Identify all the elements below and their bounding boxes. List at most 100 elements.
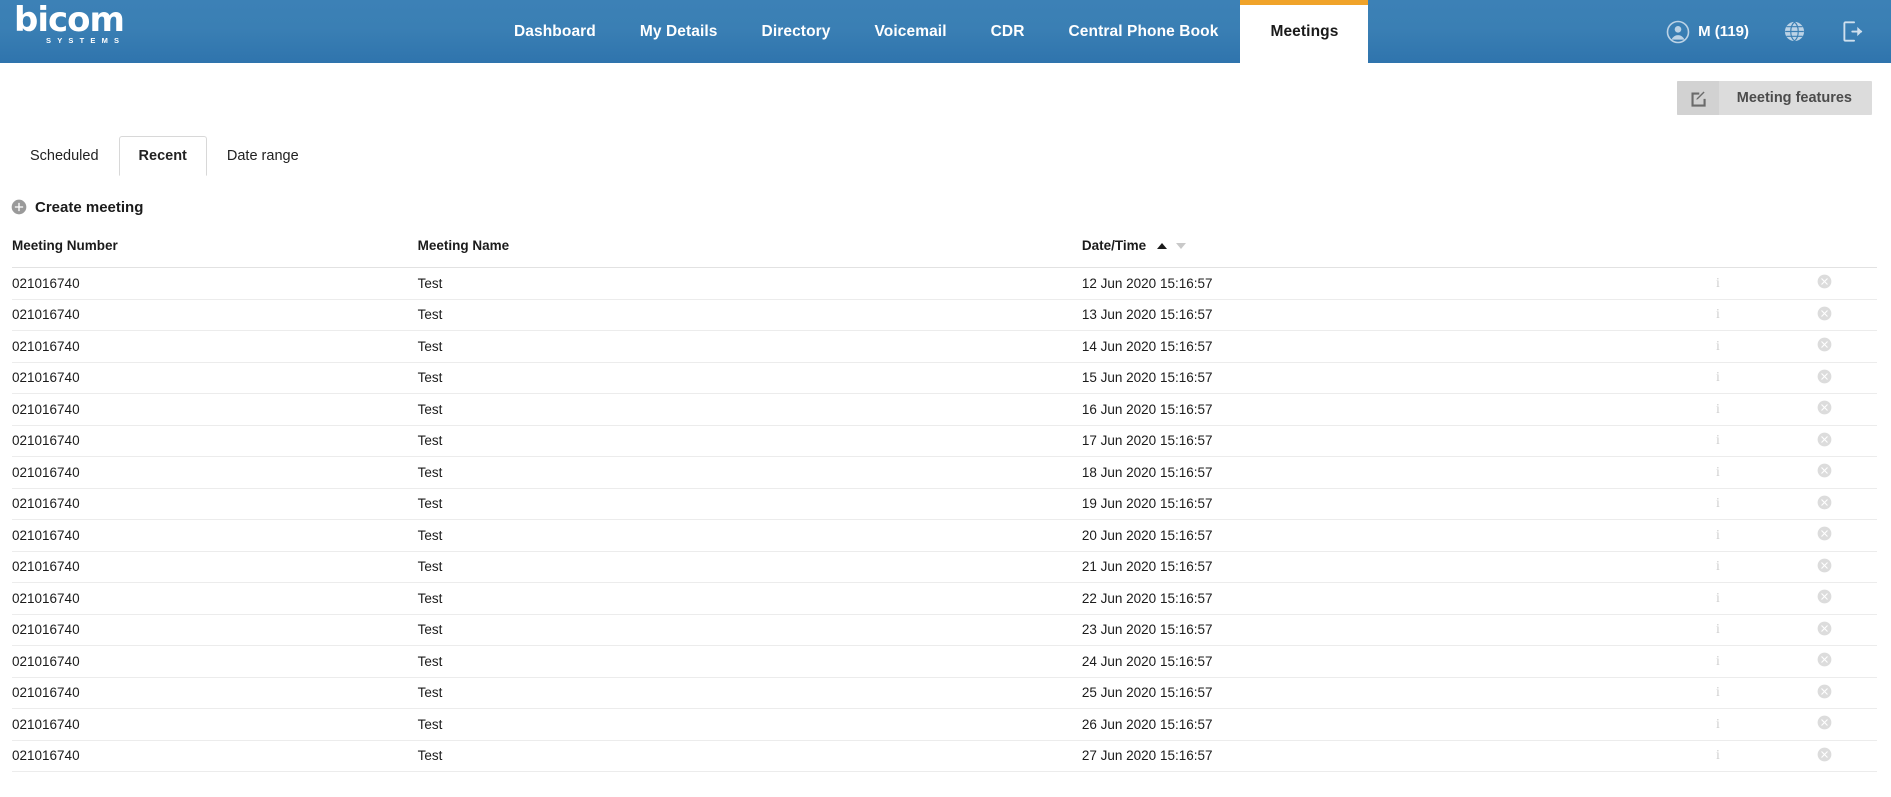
column-header-datetime[interactable]: Date/Time	[1081, 238, 1716, 268]
nav-item-meetings[interactable]: Meetings	[1240, 0, 1369, 63]
nav-item-central-phone-book[interactable]: Central Phone Book	[1047, 0, 1241, 63]
info-icon[interactable]: i	[1716, 654, 1720, 670]
table-row[interactable]: 021016740 Test 26 Jun 2020 15:16:57 i	[12, 708, 1877, 741]
cell-datetime: 16 Jun 2020 15:16:57	[1081, 393, 1716, 426]
info-icon[interactable]: i	[1716, 370, 1720, 386]
delete-circle-icon[interactable]	[1817, 747, 1832, 765]
info-icon[interactable]: i	[1716, 591, 1720, 607]
cell-info-action: i	[1715, 708, 1817, 741]
main-navigation: Dashboard My Details Directory Voicemail…	[492, 0, 1369, 63]
cell-meeting-name: Test	[417, 582, 1082, 615]
cell-datetime: 20 Jun 2020 15:16:57	[1081, 519, 1716, 552]
delete-circle-icon[interactable]	[1817, 684, 1832, 702]
info-icon[interactable]: i	[1716, 276, 1720, 292]
nav-item-voicemail[interactable]: Voicemail	[853, 0, 969, 63]
cell-info-action: i	[1715, 299, 1817, 331]
column-header-meeting-name[interactable]: Meeting Name	[417, 238, 1082, 268]
cell-datetime: 18 Jun 2020 15:16:57	[1081, 456, 1716, 489]
cell-meeting-name: Test	[417, 677, 1082, 709]
create-meeting-button[interactable]: Create meeting	[11, 199, 143, 216]
nav-label: Dashboard	[514, 22, 596, 40]
info-icon[interactable]: i	[1716, 402, 1720, 418]
table-row[interactable]: 021016740 Test 21 Jun 2020 15:16:57 i	[12, 551, 1877, 583]
column-header-meeting-number[interactable]: Meeting Number	[12, 238, 418, 268]
delete-circle-icon[interactable]	[1817, 715, 1832, 733]
cell-info-action: i	[1715, 393, 1817, 426]
delete-circle-icon[interactable]	[1817, 526, 1832, 544]
table-row[interactable]: 021016740 Test 18 Jun 2020 15:16:57 i	[12, 456, 1877, 489]
info-icon[interactable]: i	[1716, 339, 1720, 355]
info-icon[interactable]: i	[1716, 528, 1720, 544]
info-icon[interactable]: i	[1716, 622, 1720, 638]
cell-datetime: 13 Jun 2020 15:16:57	[1081, 299, 1716, 331]
cell-meeting-name: Test	[417, 519, 1082, 552]
table-row[interactable]: 021016740 Test 27 Jun 2020 15:16:57 i	[12, 740, 1877, 772]
table-row[interactable]: 021016740 Test 22 Jun 2020 15:16:57 i	[12, 582, 1877, 615]
cell-datetime: 19 Jun 2020 15:16:57	[1081, 488, 1716, 520]
delete-circle-icon[interactable]	[1817, 432, 1832, 450]
table-row[interactable]: 021016740 Test 24 Jun 2020 15:16:57 i	[12, 645, 1877, 678]
cell-meeting-number: 021016740	[12, 551, 418, 583]
column-label: Date/Time	[1081, 238, 1147, 253]
nav-item-directory[interactable]: Directory	[740, 0, 853, 63]
info-icon[interactable]: i	[1716, 717, 1720, 733]
table-row[interactable]: 021016740 Test 16 Jun 2020 15:16:57 i	[12, 393, 1877, 426]
cell-meeting-name: Test	[417, 551, 1082, 583]
table-row[interactable]: 021016740 Test 15 Jun 2020 15:16:57 i	[12, 362, 1877, 394]
user-account-menu[interactable]: M (119)	[1666, 20, 1749, 44]
table-row[interactable]: 021016740 Test 14 Jun 2020 15:16:57 i	[12, 330, 1877, 363]
cell-delete-action	[1816, 299, 1877, 331]
info-icon[interactable]: i	[1716, 433, 1720, 449]
bicom-systems-logo[interactable]: bicom SYSTEMS	[14, 3, 159, 47]
delete-circle-icon[interactable]	[1817, 369, 1832, 387]
delete-circle-icon[interactable]	[1817, 558, 1832, 576]
cell-meeting-name: Test	[417, 614, 1082, 646]
logout-icon[interactable]	[1840, 19, 1865, 44]
delete-circle-icon[interactable]	[1817, 463, 1832, 481]
sort-ascending-icon[interactable]	[1156, 243, 1167, 250]
cell-meeting-name: Test	[417, 330, 1082, 363]
table-row[interactable]: 021016740 Test 12 Jun 2020 15:16:57 i	[12, 267, 1877, 300]
table-row[interactable]: 021016740 Test 17 Jun 2020 15:16:57 i	[12, 425, 1877, 457]
plus-circle-icon	[11, 199, 27, 215]
cell-datetime: 27 Jun 2020 15:16:57	[1081, 740, 1716, 772]
cell-meeting-name: Test	[417, 425, 1082, 457]
delete-circle-icon[interactable]	[1817, 400, 1832, 418]
info-icon[interactable]: i	[1716, 307, 1720, 323]
cell-delete-action	[1816, 677, 1877, 709]
delete-circle-icon[interactable]	[1817, 589, 1832, 607]
tab-date-range[interactable]: Date range	[206, 136, 319, 176]
cell-meeting-name: Test	[417, 708, 1082, 741]
info-icon[interactable]: i	[1716, 685, 1720, 701]
table-row[interactable]: 021016740 Test 23 Jun 2020 15:16:57 i	[12, 614, 1877, 646]
cell-datetime: 14 Jun 2020 15:16:57	[1081, 330, 1716, 363]
info-icon[interactable]: i	[1716, 559, 1720, 575]
nav-label: Directory	[761, 22, 831, 40]
table-row[interactable]: 021016740 Test 20 Jun 2020 15:16:57 i	[12, 519, 1877, 552]
delete-circle-icon[interactable]	[1817, 274, 1832, 292]
info-icon[interactable]: i	[1716, 465, 1720, 481]
nav-item-dashboard[interactable]: Dashboard	[492, 0, 618, 63]
table-row[interactable]: 021016740 Test 19 Jun 2020 15:16:57 i	[12, 488, 1877, 520]
table-row[interactable]: 021016740 Test 25 Jun 2020 15:16:57 i	[12, 677, 1877, 709]
delete-circle-icon[interactable]	[1817, 652, 1832, 670]
logo-wordmark: bicom	[14, 0, 125, 40]
info-icon[interactable]: i	[1716, 496, 1720, 512]
sort-control-datetime[interactable]	[1156, 243, 1186, 250]
globe-icon[interactable]	[1783, 20, 1806, 43]
table-body: 021016740 Test 12 Jun 2020 15:16:57 i 021016…	[12, 267, 1877, 772]
tab-recent[interactable]: Recent	[118, 136, 207, 176]
nav-item-my-details[interactable]: My Details	[618, 0, 740, 63]
tab-scheduled[interactable]: Scheduled	[10, 136, 119, 176]
table-row[interactable]: 021016740 Test 13 Jun 2020 15:16:57 i	[12, 299, 1877, 331]
nav-item-cdr[interactable]: CDR	[969, 0, 1047, 63]
info-icon[interactable]: i	[1716, 748, 1720, 764]
delete-circle-icon[interactable]	[1817, 306, 1832, 324]
sort-descending-icon[interactable]	[1175, 243, 1186, 250]
delete-circle-icon[interactable]	[1817, 495, 1832, 513]
delete-circle-icon[interactable]	[1817, 621, 1832, 639]
cell-delete-action	[1816, 393, 1877, 426]
cell-delete-action	[1816, 330, 1877, 363]
delete-circle-icon[interactable]	[1817, 337, 1832, 355]
meeting-features-button[interactable]: Meeting features	[1676, 81, 1872, 115]
